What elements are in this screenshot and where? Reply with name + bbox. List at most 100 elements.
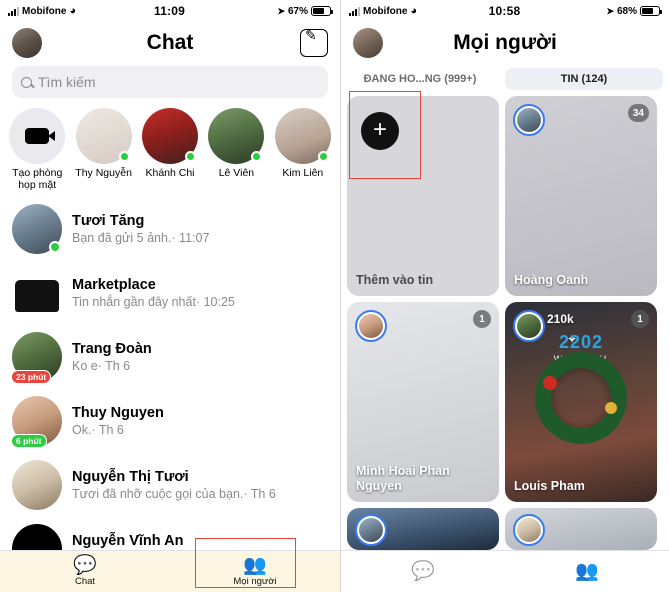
overlay-text: 2202 <box>558 332 604 352</box>
avatar[interactable] <box>12 28 42 58</box>
online-dot <box>185 151 197 162</box>
video-camera-icon <box>25 128 56 144</box>
list-item-text: Nguyễn Thị Tươi Tươi đã nhỡ cuộc gọi của… <box>72 468 328 502</box>
status-badge: 23 phút <box>11 370 52 384</box>
wifi-icon: ◕ <box>69 5 77 17</box>
online-dot <box>251 151 263 162</box>
stories-grid: + Thêm vào tin 34 Hoàng Oanh 1 Minh Hoai… <box>341 96 669 550</box>
story-label: Khánh Chi <box>145 167 195 179</box>
card-story[interactable]: 34 Hoàng Oanh <box>505 96 657 296</box>
list-item-title: Marketplace <box>72 277 156 293</box>
card-label: Hoàng Oanh <box>514 273 589 287</box>
chat-bubble-icon: 💬 <box>73 555 97 576</box>
story-item-create-room[interactable]: Tạo phòng họp mặt <box>8 108 66 191</box>
right-header: Mọi người <box>341 22 669 64</box>
status-badge: 6 phút <box>11 434 47 448</box>
store-body <box>15 296 59 312</box>
card-label: Thêm vào tin <box>356 273 434 287</box>
list-item[interactable]: Nguyễn Thị Tươi Tươi đã nhỡ cuộc gọi của… <box>0 453 340 517</box>
tab-stories[interactable]: TIN (124) <box>505 68 663 90</box>
avatar <box>12 460 62 510</box>
left-status-bar: Mobifone ◕ 11:09 ➤ 67% <box>0 0 340 22</box>
chat-list: Tươi Tăng Bạn đã gửi 5 ảnh.· 11:07 Marke… <box>0 197 340 581</box>
story-label: Thy Nguyễn <box>75 167 132 179</box>
status-right-group: ➤ 68% <box>520 5 663 17</box>
card-story[interactable]: 1 210k ✦ 2202 WE WISH Louis Pham <box>505 302 657 502</box>
compose-icon[interactable] <box>300 27 328 57</box>
list-item-text: Marketplace Tin nhắn gần đây nhất· 10:25 <box>72 276 328 310</box>
search-input[interactable]: Tìm kiếm <box>12 66 328 98</box>
avatar-image <box>359 518 383 542</box>
avatar: 6 phút <box>11 396 62 448</box>
story-row: Tạo phòng họp mặt Thy Nguyễn Khánh Chi L… <box>0 106 340 197</box>
left-phone-screen: Mobifone ◕ 11:09 ➤ 67% Chat Tìm kiếm <box>0 0 341 592</box>
left-tab-bar: 💬 Chat 👥 Mọi người <box>0 550 340 592</box>
story-count-badge: 34 <box>627 104 649 122</box>
tab-chat[interactable]: 💬 Chat <box>0 556 170 587</box>
left-header: Chat <box>0 22 340 64</box>
list-item[interactable]: Tươi Tăng Bạn đã gửi 5 ảnh.· 11:07 <box>0 197 340 261</box>
story-item-2[interactable]: Khánh Chi <box>141 108 199 191</box>
status-clock: 11:09 <box>153 4 186 18</box>
list-item[interactable]: Marketplace Tin nhắn gần đây nhất· 10:25 <box>0 261 340 325</box>
card-story-partial[interactable] <box>505 508 657 550</box>
story-avatar <box>142 108 199 164</box>
tab-people[interactable]: 👥 Mọi người <box>170 556 340 587</box>
list-item[interactable]: 6 phút Thuy Nguyen Ok.· Th 6 <box>0 389 340 453</box>
card-story[interactable]: 1 Minh Hoai Phan Nguyen <box>347 302 499 502</box>
list-item-title: Nguyễn Thị Tươi <box>72 469 189 485</box>
card-label: Minh Hoai Phan Nguyen <box>356 464 450 493</box>
story-item-3[interactable]: Lê Viên <box>207 108 265 191</box>
battery-percent: 68% <box>617 5 638 17</box>
avatar-image <box>517 518 541 542</box>
plus-icon: + <box>361 112 399 150</box>
search-container: Tìm kiếm <box>0 64 340 106</box>
avatar[interactable] <box>353 28 383 58</box>
list-item-subtitle: Tươi đã nhỡ cuộc gọi của bạn.· Th 6 <box>72 487 276 501</box>
list-item-title: Nguyễn Vĩnh An <box>72 533 184 549</box>
tab-people[interactable]: 👥 <box>505 562 669 582</box>
people-icon: 👥 <box>575 560 599 582</box>
location-arrow-icon: ➤ <box>277 5 285 16</box>
status-left-group: Mobifone ◕ <box>349 5 489 17</box>
tab-label: Chat <box>74 576 96 587</box>
overlay-number: 210k <box>547 312 574 326</box>
status-left-group: Mobifone ◕ <box>8 5 154 17</box>
card-add-to-story[interactable]: + Thêm vào tin <box>347 96 499 296</box>
avatar <box>513 514 545 546</box>
avatar-image <box>359 314 383 338</box>
right-phone-screen: Mobifone ◕ 10:58 ➤ 68% Mọi người ĐANG HO… <box>341 0 669 592</box>
story-avatar <box>75 108 132 164</box>
page-title: Chat <box>146 31 194 54</box>
story-item-4[interactable]: Kim Liên <box>274 108 332 191</box>
tab-active-now[interactable]: ĐANG HO...NG (999+) <box>341 68 499 90</box>
avatar: 23 phút <box>11 332 62 384</box>
story-avatar <box>208 108 265 164</box>
screenshot-root: Mobifone ◕ 11:09 ➤ 67% Chat Tìm kiếm <box>0 0 669 592</box>
avatar <box>355 310 387 342</box>
story-label: Lê Viên <box>218 167 255 179</box>
search-placeholder: Tìm kiếm <box>38 74 96 90</box>
list-item-title: Tươi Tăng <box>72 213 145 229</box>
story-count-badge: 1 <box>631 310 649 328</box>
segmented-control: ĐANG HO...NG (999+) TIN (124) <box>341 64 669 96</box>
signal-bars-icon <box>349 6 360 16</box>
tab-chat[interactable]: 💬 <box>341 562 505 582</box>
list-item-title: Trang Đoàn <box>72 341 152 357</box>
story-count-badge: 1 <box>473 310 491 328</box>
battery-icon <box>640 6 663 16</box>
online-dot <box>317 151 329 162</box>
card-label: Louis Pham <box>514 479 585 493</box>
list-item-subtitle: Bạn đã gửi 5 ảnh.· 11:07 <box>72 231 210 245</box>
search-icon <box>21 76 32 88</box>
story-item-1[interactable]: Thy Nguyễn <box>74 108 132 191</box>
list-item[interactable]: 23 phút Trang Đoàn Ko e· Th 6 <box>0 325 340 389</box>
card-story-partial[interactable] <box>347 508 499 550</box>
list-item-subtitle: Ko e· Th 6 <box>72 359 131 373</box>
list-item-subtitle: Ok.· Th 6 <box>72 423 124 437</box>
right-tab-bar: 💬 👥 <box>341 550 669 592</box>
marketplace-icon <box>12 268 62 318</box>
wreath-decoration <box>535 352 627 444</box>
status-clock: 10:58 <box>488 4 521 18</box>
carrier-label: Mobifone <box>363 5 408 17</box>
